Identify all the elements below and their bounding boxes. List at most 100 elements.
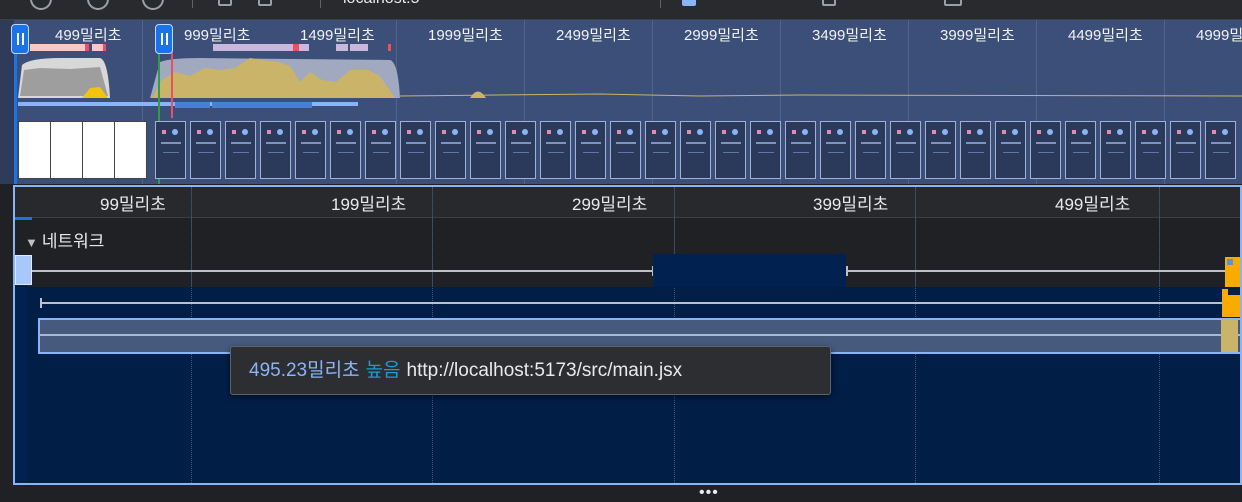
thumbnail-mark	[347, 129, 353, 135]
resize-handle-icon[interactable]: •••	[699, 484, 719, 502]
screenshot-frame[interactable]	[820, 121, 851, 179]
screenshot-frame[interactable]	[1100, 121, 1131, 179]
thumbnail-mark	[1037, 130, 1041, 134]
screenshot-frame[interactable]	[715, 121, 746, 179]
screenshot-frame[interactable]	[575, 121, 606, 179]
memory-checkbox[interactable]	[822, 0, 836, 6]
network-track-header[interactable]: ▼ 네트워크	[25, 227, 104, 252]
screenshot-frame[interactable]	[925, 121, 956, 179]
thumbnail-mark	[557, 129, 563, 135]
thumbnail-line	[861, 142, 881, 144]
clear-button[interactable]	[142, 0, 164, 10]
screenshot-frame[interactable]	[960, 121, 991, 179]
thumbnail-line	[933, 152, 949, 153]
thumbnail-mark	[967, 130, 971, 134]
network-bar	[293, 44, 299, 51]
tooltip-priority: 높음	[365, 360, 401, 381]
thumbnail-mark	[862, 130, 866, 134]
screenshot-frame[interactable]	[540, 121, 571, 179]
screenshot-frame[interactable]	[995, 121, 1026, 179]
thumbnail-line	[198, 152, 214, 153]
screenshot-frame[interactable]	[260, 121, 291, 179]
record-button[interactable]	[30, 0, 52, 10]
network-request-block[interactable]	[1221, 320, 1238, 352]
thumbnail-mark	[802, 129, 808, 135]
screenshot-frame[interactable]	[750, 121, 781, 179]
thumbnail-line	[686, 142, 706, 144]
screenshot-frame[interactable]	[680, 121, 711, 179]
thumbnail-mark	[547, 130, 551, 134]
screenshot-frame[interactable]	[855, 121, 886, 179]
timeline-main-view[interactable]: 99밀리초 199밀리초 299밀리초 399밀리초 499밀리초 ▼ 네트워크	[13, 185, 1242, 485]
thumbnail-line	[618, 152, 634, 153]
screenshot-frame[interactable]	[1065, 121, 1096, 179]
thumbnail-line	[338, 152, 354, 153]
thumbnail-line	[1143, 152, 1159, 153]
screenshot-frame[interactable]	[785, 121, 816, 179]
screenshot-frame[interactable]	[18, 121, 51, 179]
load-profile-button[interactable]	[218, 0, 232, 6]
thumbnail-mark	[1222, 129, 1228, 135]
triangle-down-icon[interactable]: ▼	[25, 235, 38, 250]
network-request-block[interactable]	[1228, 295, 1240, 317]
screenshot-frame[interactable]	[1205, 121, 1236, 179]
screenshot-frame[interactable]	[365, 121, 396, 179]
thumbnail-mark	[942, 129, 948, 135]
screenshot-frame[interactable]	[1170, 121, 1201, 179]
screenshot-frame[interactable]	[330, 121, 361, 179]
screenshot-frame[interactable]	[82, 121, 115, 179]
thumbnail-line	[231, 142, 251, 144]
thumbnail-line	[688, 152, 704, 153]
thumbnail-line	[1073, 152, 1089, 153]
thumbnail-mark	[1107, 130, 1111, 134]
screenshot-frame[interactable]	[295, 121, 326, 179]
thumbnail-mark	[337, 130, 341, 134]
screenshot-frame[interactable]	[1135, 121, 1166, 179]
screenshot-frame[interactable]	[400, 121, 431, 179]
toolbar-separator	[660, 0, 661, 8]
screenshot-frame[interactable]	[1030, 121, 1061, 179]
thumbnail-mark	[687, 130, 691, 134]
screenshot-frame[interactable]	[610, 121, 641, 179]
network-request-block[interactable]	[15, 285, 27, 483]
timeline-overview[interactable]: 499밀리초 999밀리초 1499밀리초 1999밀리초 2499밀리초 29…	[0, 20, 1242, 184]
network-request-start[interactable]	[15, 255, 32, 285]
network-bar	[336, 44, 348, 51]
screenshots-checkbox[interactable]	[682, 0, 696, 6]
network-bar	[85, 44, 89, 51]
screenshot-frame[interactable]	[505, 121, 536, 179]
thumbnail-line	[548, 152, 564, 153]
thumbnail-line	[1036, 142, 1056, 144]
screenshot-frame[interactable]	[890, 121, 921, 179]
screenshot-frame[interactable]	[225, 121, 256, 179]
screenshot-frame[interactable]	[645, 121, 676, 179]
thumbnail-line	[583, 152, 599, 153]
thumbnail-line	[161, 142, 181, 144]
thumbnail-line	[1176, 142, 1196, 144]
network-request-block[interactable]	[653, 254, 846, 287]
screenshot-frame[interactable]	[435, 121, 466, 179]
network-bar	[299, 44, 309, 51]
screenshot-frame[interactable]	[190, 121, 221, 179]
thumbnail-line	[1003, 152, 1019, 153]
screenshot-frame[interactable]	[50, 121, 83, 179]
right-selection-handle[interactable]	[155, 24, 173, 54]
thumbnail-mark	[1082, 129, 1088, 135]
save-profile-button[interactable]	[258, 0, 272, 6]
screenshot-frame[interactable]	[114, 121, 147, 179]
reload-record-button[interactable]	[87, 0, 109, 10]
thumbnail-mark	[522, 129, 528, 135]
thumbnail-line	[1106, 142, 1126, 144]
garbage-collect-icon[interactable]	[944, 0, 962, 6]
recording-select[interactable]: localhost:5	[343, 0, 420, 8]
screenshot-frame[interactable]	[155, 121, 186, 179]
thumbnail-line	[443, 152, 459, 153]
network-request-block[interactable]	[1227, 259, 1233, 265]
thumbnail-line	[1213, 152, 1229, 153]
thumbnail-mark	[1152, 129, 1158, 135]
thumbnail-mark	[1187, 129, 1193, 135]
selection-range-line	[14, 54, 17, 184]
thumbnail-line	[651, 142, 671, 144]
left-selection-handle[interactable]	[11, 24, 29, 54]
screenshot-frame[interactable]	[470, 121, 501, 179]
